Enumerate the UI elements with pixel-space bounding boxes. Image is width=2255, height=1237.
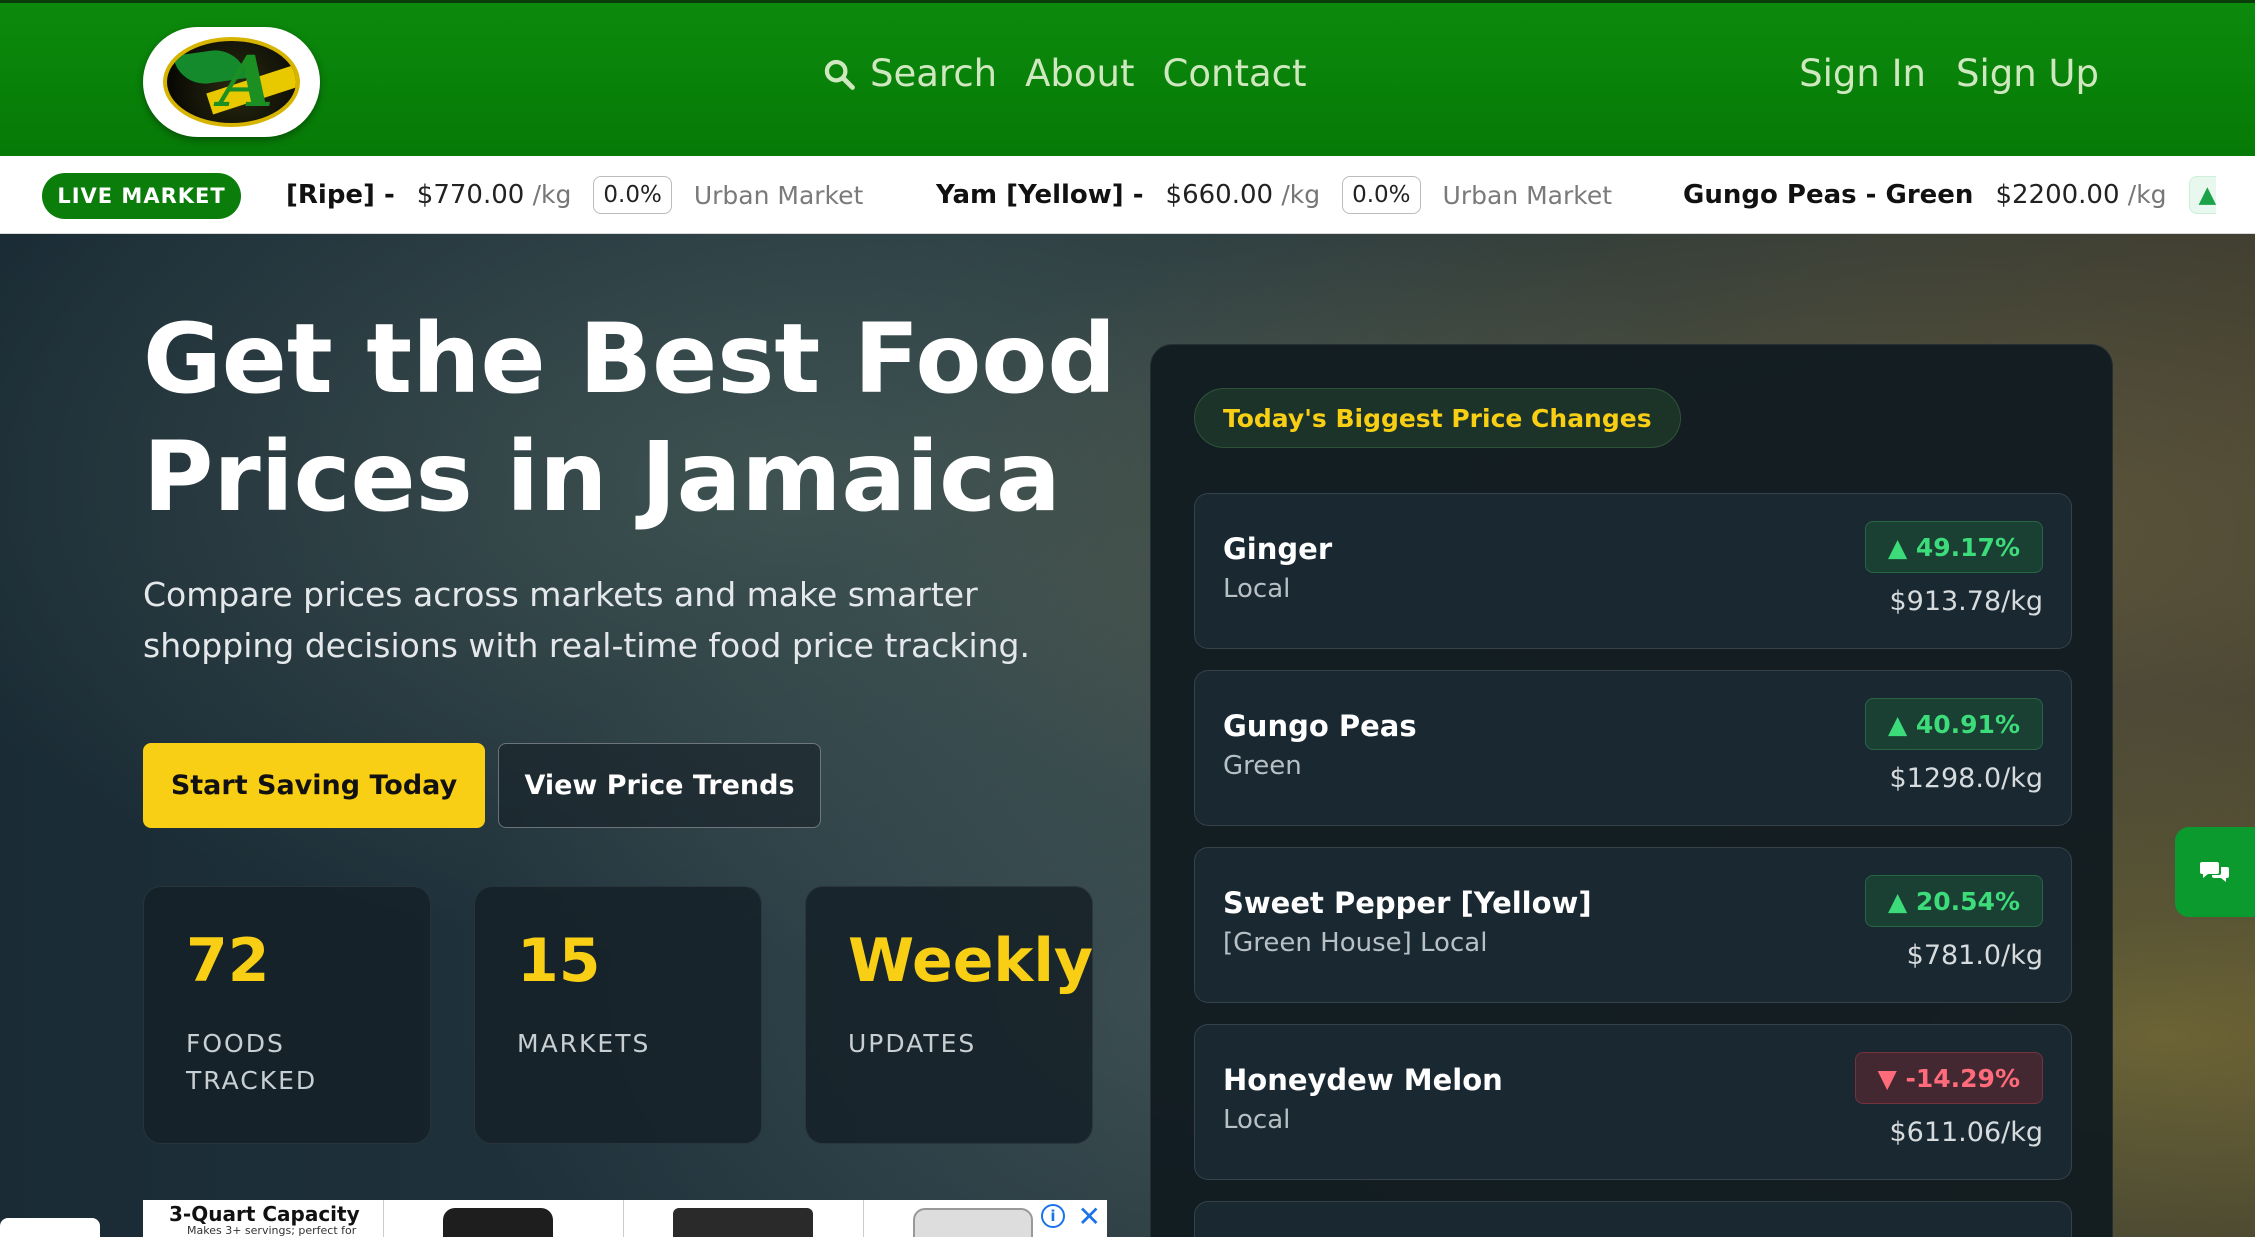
ad-info-icon[interactable]: i	[1041, 1204, 1065, 1228]
nav-search-label: Search	[870, 52, 998, 95]
ad-product-image	[673, 1208, 813, 1237]
ad-subtitle: Makes 3+ servings; perfect for	[187, 1224, 357, 1237]
hero-section: Get the Best Food Prices in Jamaica Comp…	[0, 234, 2255, 1237]
ad-close-icon[interactable]: ✕	[1078, 1200, 1101, 1233]
stat-card-updates: Weekly UPDATES	[805, 886, 1093, 1144]
view-price-trends-button[interactable]: View Price Trends	[498, 743, 821, 828]
change-badge: ▲ 49.17%	[1864, 521, 2043, 573]
chat-icon	[2200, 862, 2229, 882]
stat-value: Weekly	[848, 926, 1094, 996]
site-logo[interactable]: A	[143, 27, 320, 137]
change-badge: ▲ 20.54%	[1864, 875, 2043, 927]
ticker-item-change: ▲ 2.6%	[2188, 176, 2216, 214]
ticker-item-change: 0.0%	[593, 176, 672, 214]
ticker-track: [Ripe] - $770.00 /kg 0.0% Urban Market Y…	[286, 156, 2216, 233]
start-saving-button[interactable]: Start Saving Today	[143, 743, 485, 828]
nav-search-link[interactable]: Search	[822, 55, 997, 92]
item-name: Gungo Peas	[1223, 709, 1417, 743]
cookie-widget[interactable]	[0, 1218, 100, 1237]
hero-title: Get the Best Food Prices in Jamaica	[143, 303, 1117, 533]
ticker-item-price: $2200.00 /kg	[1995, 180, 2167, 210]
price-change-card[interactable]: Sweet Pepper [Yellow] [Green House] Loca…	[1194, 847, 2072, 1003]
ad-product-image	[443, 1208, 553, 1237]
item-name: Sweet Pepper [Yellow]	[1223, 886, 1592, 920]
ticker-item-price: $770.00 /kg	[416, 180, 572, 210]
change-badge: ▲ 40.91%	[1864, 698, 2043, 750]
ad-product-image	[913, 1208, 1033, 1237]
ticker-item-change: 0.0%	[1342, 176, 1421, 214]
ticker-item-market: Urban Market	[693, 180, 864, 210]
item-price: $781.0/kg	[1906, 940, 2043, 971]
stat-label: UPDATES	[848, 1029, 977, 1058]
item-origin: Local	[1223, 1105, 1291, 1135]
item-origin: Green	[1223, 751, 1302, 781]
stat-label: FOODS TRACKED	[186, 1029, 318, 1095]
item-price: $1298.0/kg	[1889, 763, 2043, 794]
sign-in-link[interactable]: Sign In	[1799, 55, 1926, 92]
item-name: Ginger	[1223, 532, 1333, 566]
price-changes-panel: Today's Biggest Price Changes Ginger Loc…	[1150, 344, 2113, 1237]
price-ticker: LIVE MARKET [Ripe] - $770.00 /kg 0.0% Ur…	[0, 156, 2255, 234]
ad-banner[interactable]: 3-Quart Capacity Makes 3+ servings; perf…	[143, 1200, 1107, 1237]
ticker-item[interactable]: Gungo Peas - Green $2200.00 /kg ▲ 2.6%	[1683, 156, 2216, 233]
item-price: $611.06/kg	[1889, 1117, 2043, 1148]
logo-emblem: A	[163, 37, 300, 127]
stat-value: 15	[517, 926, 601, 996]
nav-about-link[interactable]: About	[1025, 55, 1134, 92]
price-change-card[interactable]: Gungo Peas Green ▲ 40.91% $1298.0/kg	[1194, 670, 2072, 826]
search-icon	[824, 59, 855, 90]
stat-label: MARKETS	[517, 1029, 651, 1058]
live-market-badge: LIVE MARKET	[42, 173, 241, 219]
item-price: $913.78/kg	[1889, 586, 2043, 617]
change-badge: ▼ -14.29%	[1854, 1052, 2043, 1104]
item-origin: Local	[1223, 574, 1291, 604]
item-origin: [Green House] Local	[1223, 928, 1488, 958]
auth-links: Sign In Sign Up	[1799, 55, 2099, 92]
sign-up-link[interactable]: Sign Up	[1956, 55, 2099, 92]
ticker-item-name: [Ripe] -	[286, 180, 395, 210]
price-change-card[interactable]	[1194, 1201, 2072, 1237]
panel-title: Today's Biggest Price Changes	[1194, 388, 1681, 448]
chat-button[interactable]	[2175, 827, 2255, 917]
ticker-item[interactable]: Yam [Yellow] - $660.00 /kg 0.0% Urban Ma…	[936, 156, 1613, 233]
ad-title: 3-Quart Capacity	[169, 1202, 360, 1226]
price-change-card[interactable]: Honeydew Melon Local ▼ -14.29% $611.06/k…	[1194, 1024, 2072, 1180]
item-name: Honeydew Melon	[1223, 1063, 1503, 1097]
hero-subtitle: Compare prices across markets and make s…	[143, 575, 1030, 665]
ticker-item-market: Urban Market	[1442, 180, 1613, 210]
nav-contact-link[interactable]: Contact	[1163, 55, 1307, 92]
ticker-item[interactable]: [Ripe] - $770.00 /kg 0.0% Urban Market	[286, 156, 864, 233]
stat-card-foods: 72 FOODS TRACKED	[143, 886, 431, 1144]
ticker-item-name: Yam [Yellow] -	[936, 180, 1144, 210]
ticker-item-name: Gungo Peas - Green	[1683, 180, 1974, 210]
stat-value: 72	[186, 926, 270, 996]
price-change-card[interactable]: Ginger Local ▲ 49.17% $913.78/kg	[1194, 493, 2072, 649]
main-nav: Search About Contact	[822, 55, 1306, 92]
top-navbar: A Search About Contact Sign In Sign Up	[0, 0, 2255, 156]
ticker-item-price: $660.00 /kg	[1165, 180, 1321, 210]
stat-card-markets: 15 MARKETS	[474, 886, 762, 1144]
